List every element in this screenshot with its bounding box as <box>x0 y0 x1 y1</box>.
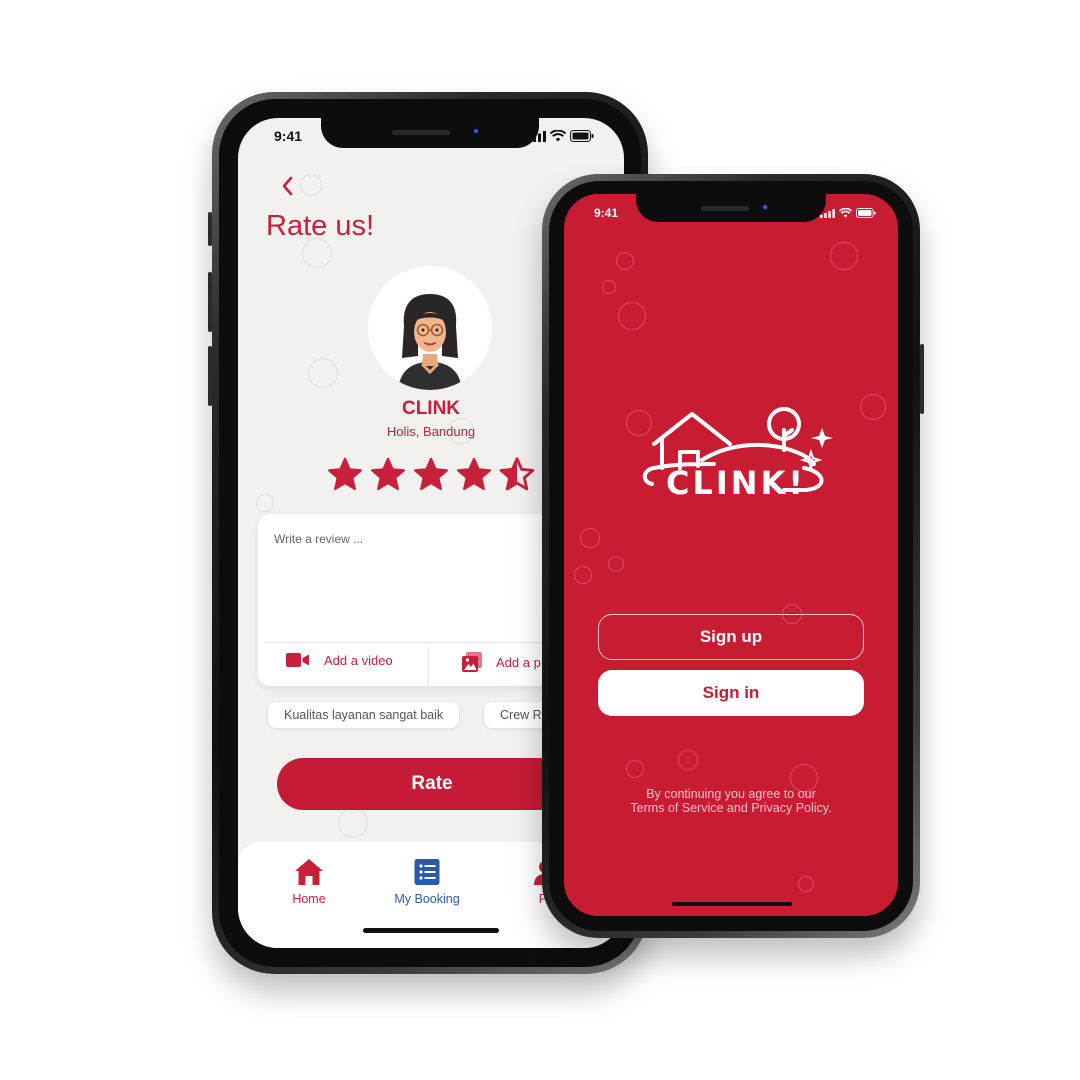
suggestion-chip[interactable]: Kualitas layanan sangat baik <box>268 702 460 728</box>
sign-up-button[interactable]: Sign up <box>598 614 864 660</box>
status-bar: 9:41 <box>238 118 624 158</box>
bubble-decoration <box>308 358 338 388</box>
bubble-decoration <box>574 566 592 584</box>
tab-my-booking-label: My Booking <box>394 892 460 906</box>
bubble-decoration <box>860 394 886 420</box>
bubble-decoration <box>616 252 634 270</box>
chevron-left-icon[interactable] <box>276 174 300 198</box>
status-icons <box>528 130 594 142</box>
tab-home-label: Home <box>292 892 326 906</box>
home-icon <box>295 859 323 885</box>
rate-button[interactable]: Rate <box>277 758 587 810</box>
avatar <box>368 266 492 390</box>
star-icon-4[interactable] <box>455 456 493 494</box>
bubble-decoration <box>678 750 698 770</box>
terms-notice: By continuing you agree to our Terms of … <box>564 787 898 815</box>
bubble-decoration <box>608 556 624 572</box>
video-camera-icon <box>286 653 309 667</box>
home-indicator <box>672 902 792 906</box>
divider <box>428 646 429 686</box>
star-icon-2[interactable] <box>369 456 407 494</box>
mute-switch <box>208 212 212 246</box>
home-indicator <box>363 928 499 933</box>
user-illustration <box>368 266 492 390</box>
add-video-label: Add a video <box>324 652 393 668</box>
terms-line-1: By continuing you agree to our <box>646 787 816 801</box>
bubble-decoration <box>256 494 274 512</box>
power-button <box>920 344 924 414</box>
status-bar: 9:41 <box>564 194 898 234</box>
add-photo-label: Add a p <box>496 654 541 670</box>
star-icon-1[interactable] <box>326 456 364 494</box>
bubble-decoration <box>300 174 322 196</box>
review-textarea[interactable]: Write a review ... <box>274 532 363 546</box>
bubble-decoration <box>602 280 616 294</box>
signal-icon <box>528 130 546 142</box>
wifi-icon <box>550 130 566 142</box>
bubble-decoration <box>338 808 368 838</box>
bubble-decoration <box>830 242 858 270</box>
star-icon-3[interactable] <box>412 456 450 494</box>
star-half-icon[interactable] <box>498 456 536 494</box>
sign-in-button[interactable]: Sign in <box>598 670 864 716</box>
battery-icon <box>570 130 594 142</box>
battery-icon <box>856 208 876 218</box>
bubble-decoration <box>626 760 644 778</box>
bubble-decoration <box>798 876 814 892</box>
add-photo-button[interactable]: Add a p <box>462 652 541 672</box>
status-icons <box>820 208 876 218</box>
page-title: Rate us! <box>266 210 374 242</box>
photo-icon <box>462 652 482 672</box>
star-rating[interactable] <box>326 456 536 494</box>
volume-up-button <box>208 272 212 332</box>
list-icon <box>414 859 440 885</box>
volume-down-button <box>208 346 212 406</box>
status-time: 9:41 <box>594 206 619 220</box>
tab-home[interactable]: Home <box>254 858 364 908</box>
status-time: 9:41 <box>274 128 303 144</box>
terms-line-2[interactable]: Terms of Service and Privacy Policy. <box>564 801 898 815</box>
add-video-button[interactable]: Add a video <box>286 652 393 668</box>
house-logo-icon: CLINK! <box>642 407 833 502</box>
bubble-decoration <box>580 528 600 548</box>
wifi-icon <box>839 208 852 218</box>
tab-my-booking[interactable]: My Booking <box>372 858 482 908</box>
signal-icon <box>820 208 835 218</box>
signin-screen: 9:41 CLINK! Sign up Sign in By continuin… <box>564 194 898 916</box>
clink-logo: CLINK! <box>634 372 834 522</box>
logo-wordmark: CLINK! <box>666 464 806 502</box>
signin-phone-frame: 9:41 CLINK! Sign up Sign in By continuin… <box>542 174 924 938</box>
bubble-decoration <box>618 302 646 330</box>
